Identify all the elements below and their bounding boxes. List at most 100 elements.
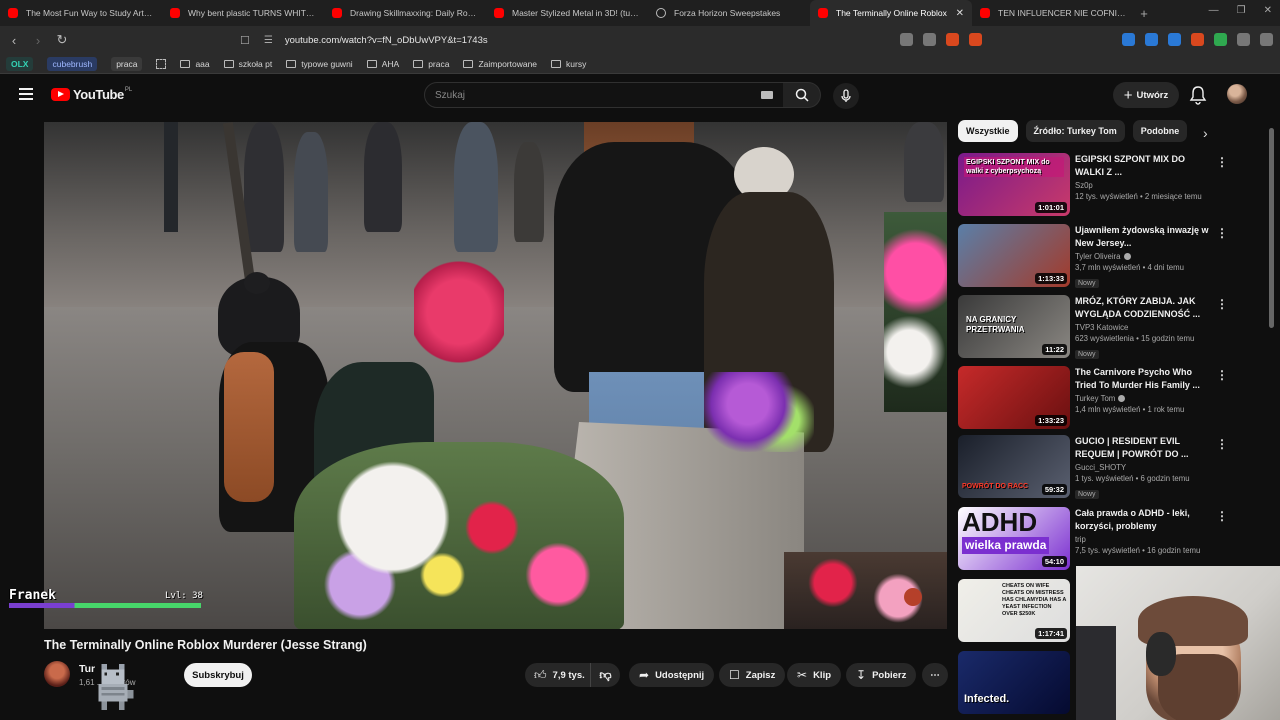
recommended-video[interactable]: EGIPSKI SZPONT MIX do walki z cyberpsych… — [958, 153, 1248, 217]
channel-name[interactable]: trip — [1075, 535, 1215, 544]
verified-check-icon — [1118, 395, 1126, 402]
video-title[interactable]: Cała prawda o ADHD - leki, korzyści, pro… — [1075, 507, 1215, 533]
video-thumbnail[interactable]: NA GRANICY PRZETRWANIA 11:22 — [958, 295, 1070, 358]
browser-tab[interactable]: Drawing Skillmaxxing: Daily Routine — [324, 0, 486, 26]
account-avatar[interactable] — [1227, 84, 1247, 104]
more-vertical-icon[interactable]: ⋮ — [1216, 226, 1228, 240]
search-button[interactable] — [783, 82, 821, 108]
recommended-video[interactable]: ADHD wielka prawda 54:10 Cała prawda o ADHD… — [958, 507, 1248, 571]
close-window-icon[interactable]: ✕ — [1264, 5, 1272, 16]
browser-tab[interactable]: The Most Fun Way to Study Art (Sch — [0, 0, 162, 26]
bookmark-item[interactable]: typowe guwni — [286, 59, 353, 69]
video-thumbnail[interactable]: 1:33:23 — [958, 366, 1070, 429]
extension-icon[interactable] — [1191, 33, 1204, 46]
video-thumbnail[interactable]: CHEATS ON WIFE CHEATS ON MISTRESS HAS CH… — [958, 579, 1070, 642]
more-vertical-icon[interactable]: ⋮ — [1216, 368, 1228, 382]
bookmark-item[interactable]: cubebrush — [47, 56, 98, 71]
recommended-video[interactable]: 1:13:33 Ujawniłem żydowską inwazję w New … — [958, 224, 1248, 288]
filter-chip[interactable]: Wszystkie — [958, 120, 1018, 142]
save-button[interactable]: ☐ Zapisz — [719, 663, 786, 687]
recommended-video[interactable]: POWRÓT DO RACC 59:32 GUCIO | RESIDENT EVIL… — [958, 435, 1248, 499]
restore-icon[interactable]: ❐ — [1237, 5, 1246, 16]
extension-icon[interactable] — [1145, 33, 1158, 46]
brave-rewards-icon[interactable] — [969, 33, 982, 46]
filter-chip[interactable]: Źródło: Turkey Tom — [1025, 120, 1125, 142]
like-button[interactable]: 👍︎ 7,9 tys. — [525, 663, 591, 687]
recommended-video[interactable]: 1:33:23 The Carnivore Psycho Who Tried To… — [958, 366, 1248, 430]
channel-avatar[interactable] — [44, 661, 70, 687]
keyboard-icon[interactable] — [761, 91, 773, 99]
search-input[interactable]: Szukaj — [424, 82, 784, 108]
browser-tab[interactable]: Why bent plastic TURNS WHITE (on — [162, 0, 324, 26]
video-thumbnail[interactable]: POWRÓT DO RACC 59:32 — [958, 435, 1070, 498]
browser-tab[interactable]: The Terminally Online Roblox ✕ — [810, 0, 972, 26]
overlay-player-name: Franek — [9, 588, 56, 603]
site-settings-icon[interactable]: ☰ — [264, 35, 273, 46]
filter-chip[interactable]: Podobne — [1132, 120, 1188, 142]
more-vertical-icon[interactable]: ⋮ — [1216, 155, 1228, 169]
extension-icon[interactable] — [1168, 33, 1181, 46]
more-vertical-icon[interactable]: ⋮ — [1216, 509, 1228, 523]
extension-icon[interactable] — [1122, 33, 1135, 46]
channel-name[interactable]: TVP3 Katowice — [1075, 323, 1215, 332]
video-title[interactable]: EGIPSKI SZPONT MIX DO WALKI Z ... — [1075, 153, 1215, 179]
url-text[interactable]: youtube.com/watch?v=fN_oDbUwVPY&t=1743s — [285, 35, 488, 46]
back-icon[interactable]: ‹ — [4, 33, 24, 48]
close-tab-icon[interactable]: ✕ — [956, 8, 964, 19]
bookmark-item[interactable]: aaa — [180, 59, 210, 69]
channel-name[interactable]: Tyler Oliveira — [1075, 252, 1215, 261]
menu-icon[interactable] — [19, 88, 33, 100]
share-button[interactable]: ➦ Udostępnij — [629, 663, 715, 687]
more-vertical-icon[interactable]: ⋮ — [1216, 437, 1228, 451]
clip-button[interactable]: ✂ Klip — [787, 663, 842, 687]
channel-name-text: Gucci_SHOTY — [1075, 463, 1127, 472]
video-title: The Terminally Online Roblox Murderer (J… — [44, 638, 367, 652]
minimize-icon[interactable]: — — [1209, 5, 1219, 16]
share-icon[interactable] — [923, 33, 936, 46]
video-thumbnail[interactable]: Infected. — [958, 651, 1070, 714]
new-tab-icon[interactable]: + — [1134, 6, 1154, 21]
browser-tab[interactable]: Forza Horizon Sweepstakes — [648, 0, 810, 26]
puzzle-icon[interactable] — [1237, 33, 1250, 46]
more-actions-button[interactable]: ⋯ — [922, 663, 948, 687]
browser-tab[interactable]: Master Stylized Metal in 3D! (tutoria — [486, 0, 648, 26]
video-thumbnail[interactable]: ADHD wielka prawda 54:10 — [958, 507, 1070, 570]
video-title[interactable]: MRÓZ, KTÓRY ZABIJA. JAK WYGLĄDA CODZIENN… — [1075, 295, 1215, 321]
video-thumbnail[interactable]: 1:13:33 — [958, 224, 1070, 287]
more-vertical-icon[interactable]: ⋮ — [1216, 297, 1228, 311]
bookmark-item[interactable]: kursy — [551, 59, 586, 69]
video-player[interactable] — [44, 122, 947, 629]
subscribe-button[interactable]: Subskrybuj — [184, 663, 252, 687]
bookmark-item[interactable]: OLX — [6, 56, 34, 71]
dislike-button[interactable]: 👎︎ — [591, 668, 620, 683]
bookmark-item[interactable]: Zaimportowane — [463, 59, 537, 69]
video-title[interactable]: GUCIO | RESIDENT EVIL REQUEM | POWRÓT DO… — [1075, 435, 1215, 461]
bookmark-item[interactable]: praca — [111, 56, 143, 71]
address-bar[interactable]: ☐ ☰ youtube.com/watch?v=fN_oDbUwVPY&t=17… — [240, 30, 985, 50]
channel-name[interactable]: Sz0p — [1075, 181, 1215, 190]
video-thumbnail[interactable]: EGIPSKI SZPONT MIX do walki z cyberpsych… — [958, 153, 1070, 216]
cast-icon[interactable] — [900, 33, 913, 46]
create-button[interactable]: + Utwórz — [1113, 82, 1179, 108]
bookmark-icon[interactable]: ☐ — [240, 34, 250, 47]
bookmark-item[interactable]: szkoła pt — [223, 59, 272, 69]
channel-name[interactable]: Turkey Tom — [1075, 394, 1215, 403]
video-title[interactable]: The Carnivore Psycho Who Tried To Murder… — [1075, 366, 1215, 392]
youtube-logo[interactable]: YouTube PL — [51, 87, 132, 102]
bookmark-item[interactable]: AHA — [366, 59, 399, 69]
recommended-video[interactable]: NA GRANICY PRZETRWANIA 11:22 MRÓZ, KTÓRY Z… — [958, 295, 1248, 359]
extension-icon[interactable] — [1214, 33, 1227, 46]
bookmark-item[interactable]: praca — [413, 59, 449, 69]
forward-icon[interactable]: › — [28, 33, 48, 48]
video-title[interactable]: Ujawniłem żydowską inwazję w New Jersey.… — [1075, 224, 1215, 250]
apps-grid-icon[interactable] — [156, 58, 167, 69]
sidebar-icon[interactable] — [1260, 33, 1273, 46]
download-button[interactable]: ↧ Pobierz — [846, 663, 917, 687]
channel-name[interactable]: Gucci_SHOTY — [1075, 463, 1215, 472]
browser-tab[interactable]: TEN INFLUENCER NIE COFNIE SIĘ PI — [972, 0, 1134, 26]
brave-shield-icon[interactable] — [946, 33, 959, 46]
chevron-right-icon[interactable]: › — [1203, 125, 1208, 141]
notifications-bell-icon[interactable] — [1189, 85, 1207, 105]
voice-search-button[interactable] — [833, 83, 859, 109]
reload-icon[interactable]: ↻ — [52, 32, 72, 48]
